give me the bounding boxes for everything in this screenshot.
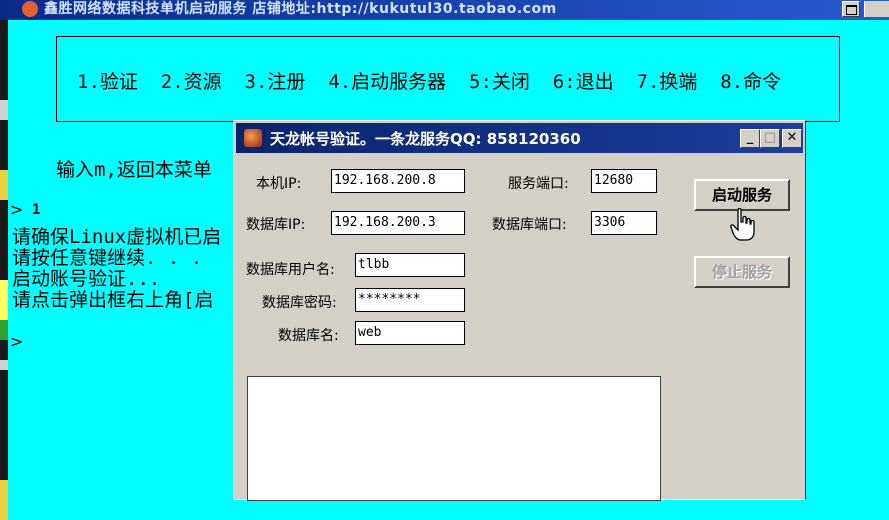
db-name-field[interactable]: web <box>355 321 465 345</box>
prompt-arrow-icon: > <box>10 200 24 219</box>
main-menu-box: 1.验证 2.资源 3.注册 4.启动服务器 5:关闭 6:退出 7.换端 8.… <box>56 36 840 122</box>
dialog-title: 天龙帐号验证。一条龙服务QQ: 858120360 <box>270 130 581 148</box>
dialog-titlebar[interactable]: 天龙帐号验证。一条龙服务QQ: 858120360 _ □ ✕ <box>236 123 803 153</box>
minimize-button[interactable]: _ <box>740 129 760 148</box>
maximize-button[interactable]: □ <box>760 129 780 148</box>
db-port-label: 数据库端口: <box>492 217 567 233</box>
service-port-field[interactable]: 12680 <box>591 169 657 193</box>
close-button[interactable] <box>864 1 889 17</box>
start-service-button[interactable]: 启动服务 <box>694 179 790 211</box>
dragon-icon <box>244 129 262 147</box>
main-window-title: 鑫胜网络数据科技单机启动服务 店铺地址:http://kukutul30.tao… <box>44 1 557 17</box>
main-titlebar: 鑫胜网络数据科技单机启动服务 店铺地址:http://kukutul30.tao… <box>0 0 889 20</box>
menu-options: 1.验证 2.资源 3.注册 4.启动服务器 5:关闭 6:退出 7.换端 8.… <box>77 71 782 93</box>
db-user-label: 数据库用户名: <box>246 262 335 278</box>
db-port-field[interactable]: 3306 <box>591 211 657 235</box>
left-window-edge <box>0 20 8 520</box>
db-ip-label: 数据库IP: <box>246 217 306 233</box>
db-ip-field[interactable]: 192.168.200.3 <box>331 211 465 235</box>
app-icon <box>22 1 38 17</box>
log-textarea[interactable] <box>247 376 661 501</box>
maximize-button[interactable] <box>842 1 860 17</box>
service-port-label: 服务端口: <box>508 176 569 192</box>
hand-cursor-icon <box>730 208 755 241</box>
db-password-label: 数据库密码: <box>262 295 337 311</box>
account-verify-dialog: 天龙帐号验证。一条龙服务QQ: 858120360 _ □ ✕ 本机IP: 19… <box>233 120 806 501</box>
stop-service-button[interactable]: 停止服务 <box>694 256 790 288</box>
local-ip-label: 本机IP: <box>256 176 302 192</box>
console-line: 请点击弹出框右上角[启 <box>12 289 214 311</box>
db-user-field[interactable]: tlbb <box>355 253 465 277</box>
prompt-arrow-icon: > <box>10 332 24 351</box>
close-button[interactable]: ✕ <box>782 129 802 148</box>
db-name-label: 数据库名: <box>278 328 339 344</box>
local-ip-field[interactable]: 192.168.200.8 <box>331 169 465 193</box>
db-password-field[interactable]: ******** <box>355 288 465 312</box>
console-hint: 输入m,返回本菜单 <box>56 159 212 181</box>
console-input: 1 <box>32 202 41 218</box>
